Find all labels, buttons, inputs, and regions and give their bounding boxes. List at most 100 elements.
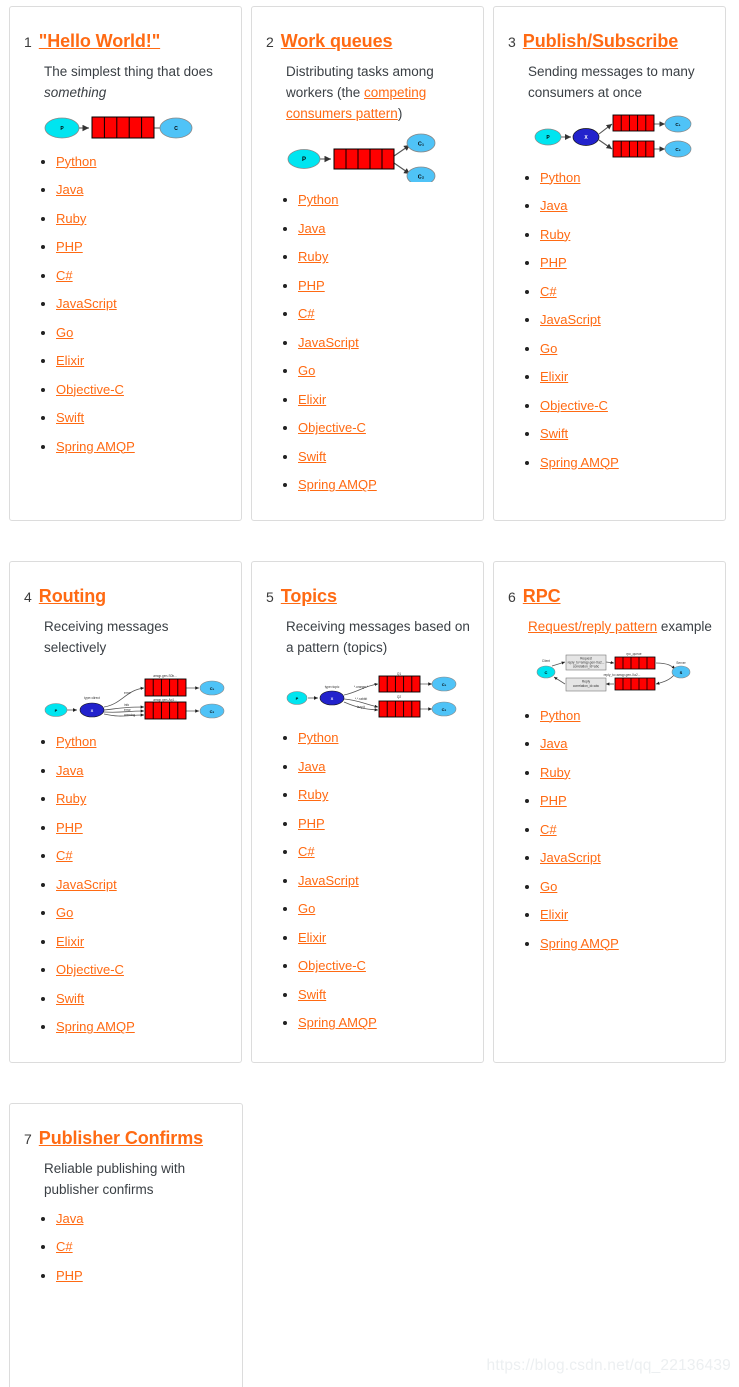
list-item[interactable]: C# [56,848,229,863]
list-item[interactable]: Objective-C [56,382,229,397]
list-item[interactable]: Elixir [56,353,229,368]
lang-link-ruby[interactable]: Ruby [56,791,86,806]
lang-link-php[interactable]: PHP [540,793,567,808]
list-item[interactable]: Java [56,1211,230,1226]
list-item[interactable]: Objective-C [540,398,713,413]
lang-link-spring-amqp[interactable]: Spring AMQP [298,477,377,492]
tutorial-card-topics[interactable]: 5 Topics Receiving messages based on a p… [251,560,484,1063]
list-item[interactable]: Python [540,708,713,723]
list-item[interactable]: PHP [298,278,471,293]
lang-link-go[interactable]: Go [298,363,315,378]
lang-link-php[interactable]: PHP [56,239,83,254]
list-item[interactable]: Objective-C [298,420,471,435]
list-item[interactable]: C# [540,284,713,299]
lang-link-swift[interactable]: Swift [298,987,326,1002]
lang-link-go[interactable]: Go [56,905,73,920]
lang-link-csharp[interactable]: C# [540,284,557,299]
tutorial-card-publish-subscribe[interactable]: 3 Publish/Subscribe Sending messages to … [493,6,726,521]
lang-link-ruby[interactable]: Ruby [298,787,328,802]
lang-link-spring-amqp[interactable]: Spring AMQP [56,1019,135,1034]
lang-link-objective-c[interactable]: Objective-C [56,962,124,977]
lang-link-spring-amqp[interactable]: Spring AMQP [540,455,619,470]
card-title-link[interactable]: RPC [523,586,561,607]
list-item[interactable]: Java [298,759,471,774]
list-item[interactable]: C# [56,268,229,283]
lang-link-python[interactable]: Python [298,730,338,745]
card-title-link[interactable]: Publisher Confirms [39,1128,203,1149]
list-item[interactable]: JavaScript [298,335,471,350]
list-item[interactable]: Java [298,221,471,236]
lang-link-csharp[interactable]: C# [56,1239,73,1254]
tutorial-card-rpc[interactable]: 6 RPC Request/reply pattern example Clie… [493,560,726,1063]
tutorial-card-hello-world[interactable]: 1 "Hello World!" The simplest thing that… [9,6,242,521]
lang-link-ruby[interactable]: Ruby [540,227,570,242]
list-item[interactable]: PHP [56,239,229,254]
list-item[interactable]: PHP [540,793,713,808]
list-item[interactable]: Go [56,325,229,340]
lang-link-python[interactable]: Python [540,708,580,723]
list-item[interactable]: Elixir [56,934,229,949]
lang-link-ruby[interactable]: Ruby [56,211,86,226]
list-item[interactable]: Ruby [540,227,713,242]
tutorial-card-routing[interactable]: 4 Routing Receiving messages selectively [9,560,242,1063]
lang-link-spring-amqp[interactable]: Spring AMQP [540,936,619,951]
lang-link-go[interactable]: Go [298,901,315,916]
lang-link-spring-amqp[interactable]: Spring AMQP [56,439,135,454]
list-item[interactable]: JavaScript [56,877,229,892]
lang-link-ruby[interactable]: Ruby [540,765,570,780]
card-title-link[interactable]: Topics [281,586,337,607]
lang-link-csharp[interactable]: C# [56,848,73,863]
lang-link-python[interactable]: Python [540,170,580,185]
lang-link-objective-c[interactable]: Objective-C [298,958,366,973]
lang-link-elixir[interactable]: Elixir [540,369,568,384]
tutorial-card-work-queues[interactable]: 2 Work queues Distributing tasks among w… [251,6,484,521]
lang-link-javascript[interactable]: JavaScript [298,335,359,350]
list-item[interactable]: Elixir [298,392,471,407]
list-item[interactable]: Swift [540,426,713,441]
lang-link-csharp[interactable]: C# [298,844,315,859]
list-item[interactable]: Spring AMQP [298,1015,471,1030]
list-item[interactable]: Spring AMQP [540,936,713,951]
lang-link-go[interactable]: Go [540,341,557,356]
list-item[interactable]: Objective-C [298,958,471,973]
lang-link-php[interactable]: PHP [298,816,325,831]
list-item[interactable]: Elixir [540,369,713,384]
lang-link-javascript[interactable]: JavaScript [540,312,601,327]
lang-link-objective-c[interactable]: Objective-C [540,398,608,413]
card-title-link[interactable]: "Hello World!" [39,31,160,52]
list-item[interactable]: Swift [56,410,229,425]
list-item[interactable]: PHP [56,1268,230,1283]
card-title-link[interactable]: Routing [39,586,106,607]
lang-link-elixir[interactable]: Elixir [56,934,84,949]
list-item[interactable]: PHP [56,820,229,835]
lang-link-java[interactable]: Java [56,182,83,197]
lang-link-python[interactable]: Python [298,192,338,207]
list-item[interactable]: Spring AMQP [540,455,713,470]
card-title-link[interactable]: Work queues [281,31,393,52]
lang-link-csharp[interactable]: C# [56,268,73,283]
list-item[interactable]: Elixir [540,907,713,922]
list-item[interactable]: Python [298,730,471,745]
list-item[interactable]: Ruby [56,791,229,806]
card-title-link[interactable]: Publish/Subscribe [523,31,678,52]
list-item[interactable]: PHP [298,816,471,831]
lang-link-elixir[interactable]: Elixir [298,392,326,407]
request-reply-pattern-link[interactable]: Request/reply pattern [528,619,657,634]
list-item[interactable]: Spring AMQP [56,439,229,454]
list-item[interactable]: Ruby [298,249,471,264]
lang-link-elixir[interactable]: Elixir [540,907,568,922]
lang-link-javascript[interactable]: JavaScript [540,850,601,865]
list-item[interactable]: Java [540,736,713,751]
list-item[interactable]: Swift [298,449,471,464]
lang-link-ruby[interactable]: Ruby [298,249,328,264]
list-item[interactable]: Go [540,341,713,356]
lang-link-objective-c[interactable]: Objective-C [298,420,366,435]
lang-link-java[interactable]: Java [56,763,83,778]
list-item[interactable]: Go [540,879,713,894]
list-item[interactable]: Elixir [298,930,471,945]
list-item[interactable]: JavaScript [540,850,713,865]
list-item[interactable]: Ruby [540,765,713,780]
list-item[interactable]: Swift [298,987,471,1002]
lang-link-java[interactable]: Java [540,198,567,213]
lang-link-javascript[interactable]: JavaScript [56,877,117,892]
